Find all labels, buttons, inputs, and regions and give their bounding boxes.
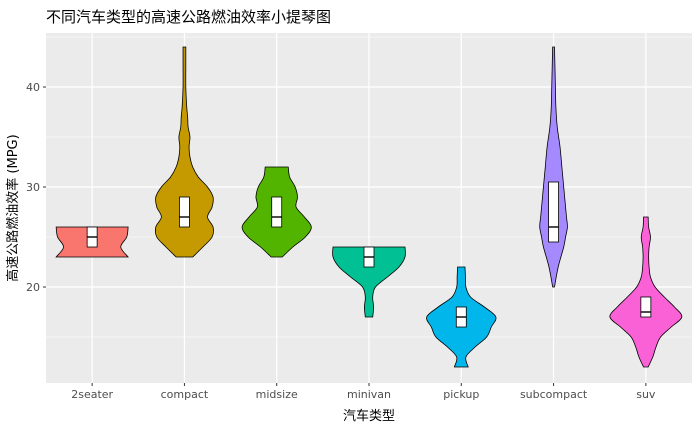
violin-chart: 不同汽车类型的高速公路燃油效率小提琴图 20 30 40 2seater compac… bbox=[5, 8, 692, 424]
y-tick-label: 20 bbox=[26, 281, 40, 294]
x-tick-label: suv bbox=[636, 388, 656, 401]
x-tick-label: pickup bbox=[443, 388, 479, 401]
x-tick-label: minivan bbox=[347, 388, 391, 401]
box-suv bbox=[640, 296, 652, 318]
chart-title: 不同汽车类型的高速公路燃油效率小提琴图 bbox=[46, 8, 331, 26]
y-axis-ticks: 20 30 40 bbox=[26, 81, 46, 294]
x-axis-ticks: 2seater compact midsize minivan pickup subcom… bbox=[71, 383, 656, 401]
box-subcompact bbox=[548, 181, 559, 243]
x-tick-label: 2seater bbox=[71, 388, 113, 401]
y-tick-label: 30 bbox=[26, 181, 40, 194]
x-tick-label: subcompact bbox=[520, 388, 588, 401]
y-tick-label: 40 bbox=[26, 81, 40, 94]
x-axis-title: 汽车类型 bbox=[343, 408, 395, 424]
x-tick-label: compact bbox=[161, 388, 209, 401]
box-compact bbox=[179, 196, 190, 228]
y-axis-title: 高速公路燃油效率 (MPG) bbox=[5, 134, 21, 281]
x-tick-label: midsize bbox=[256, 388, 298, 401]
box-midsize bbox=[271, 196, 283, 228]
